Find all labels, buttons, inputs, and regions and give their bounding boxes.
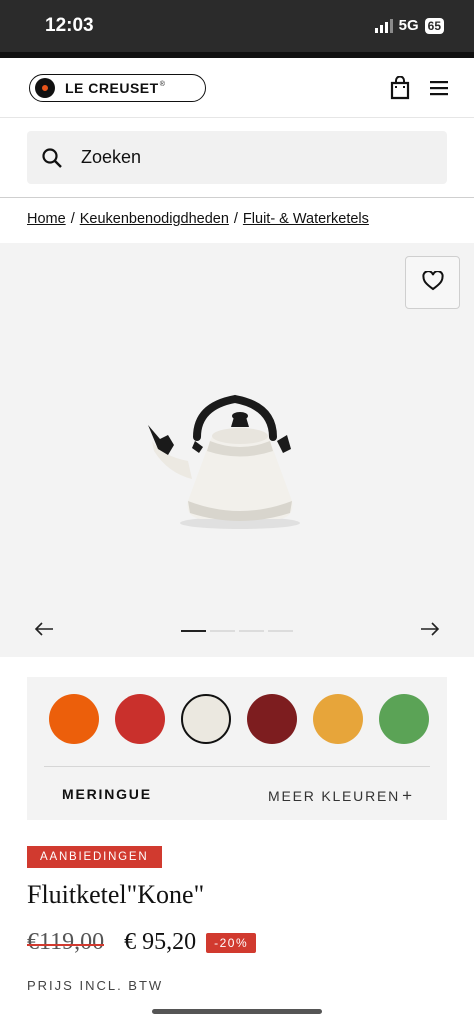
slide-dot[interactable] bbox=[268, 630, 293, 632]
product-gallery[interactable] bbox=[0, 243, 474, 657]
more-colors-label: MEER KLEUREN bbox=[267, 788, 401, 804]
more-colors-button[interactable]: MEER KLEUREN + bbox=[268, 786, 412, 806]
breadcrumb-separator: / bbox=[233, 211, 238, 227]
battery-icon: 65 bbox=[424, 17, 444, 34]
breadcrumb: Home / Keukenbenodigdheden / Fluit- & Wa… bbox=[27, 211, 369, 227]
network-label: 5G bbox=[398, 17, 419, 34]
product-title: Fluitketel"Kone" bbox=[27, 880, 205, 909]
shopping-bag-icon[interactable] bbox=[390, 75, 410, 105]
signal-icon bbox=[374, 18, 393, 33]
status-bar: 12:03 5G 65 bbox=[0, 0, 474, 52]
color-swatch-meringue[interactable] bbox=[181, 694, 231, 744]
color-swatch-garnet[interactable] bbox=[247, 694, 297, 744]
arrow-left-icon[interactable] bbox=[34, 621, 54, 642]
brand-registered-mark: ® bbox=[159, 80, 165, 88]
slide-indicators bbox=[181, 630, 293, 632]
status-time: 12:03 bbox=[45, 15, 94, 36]
discount-badge: -20% bbox=[206, 932, 257, 953]
sale-badge: AANBIEDINGEN bbox=[27, 846, 162, 868]
color-swatch-green[interactable] bbox=[379, 694, 429, 744]
color-selector: MERINGUE MEER KLEUREN + bbox=[27, 677, 447, 820]
search-bar[interactable] bbox=[27, 131, 447, 184]
logo-mark-icon bbox=[35, 78, 55, 98]
menu-icon[interactable] bbox=[430, 80, 448, 101]
divider bbox=[44, 766, 430, 767]
original-price: €119,00 bbox=[27, 929, 105, 955]
color-swatch-cerise[interactable] bbox=[115, 694, 165, 744]
heart-icon bbox=[421, 270, 444, 294]
price-row: €119,00 € 95,20 -20% bbox=[27, 929, 257, 956]
slide-dot[interactable] bbox=[210, 630, 235, 632]
breadcrumb-separator: / bbox=[70, 211, 75, 227]
search-section bbox=[0, 118, 474, 198]
header-actions bbox=[390, 75, 448, 105]
status-indicators: 5G 65 bbox=[374, 17, 444, 34]
site-header: LE CREUSET ® bbox=[0, 58, 474, 118]
arrow-right-icon[interactable] bbox=[420, 621, 440, 642]
brand-logo[interactable]: LE CREUSET ® bbox=[29, 74, 206, 102]
color-swatches bbox=[49, 694, 429, 744]
color-swatch-nectar[interactable] bbox=[313, 694, 363, 744]
price-note: PRIJS INCL. BTW bbox=[27, 978, 164, 993]
color-swatch-volcanic[interactable] bbox=[49, 694, 99, 744]
search-icon bbox=[41, 147, 63, 169]
sale-price: € 95,20 bbox=[124, 929, 197, 955]
wishlist-button[interactable] bbox=[405, 256, 460, 309]
plus-icon: + bbox=[402, 786, 412, 805]
breadcrumb-kitchenware[interactable]: Keukenbenodigdheden bbox=[80, 211, 229, 227]
slide-dot[interactable] bbox=[181, 630, 206, 632]
home-indicator bbox=[152, 1009, 322, 1014]
breadcrumb-home[interactable]: Home bbox=[27, 211, 66, 227]
breadcrumb-kettles[interactable]: Fluit- & Waterketels bbox=[243, 211, 369, 227]
selected-color-name: MERINGUE bbox=[62, 786, 152, 802]
slide-dot[interactable] bbox=[239, 630, 264, 632]
product-image bbox=[148, 394, 300, 529]
brand-name: LE CREUSET bbox=[65, 80, 159, 96]
search-input[interactable] bbox=[81, 147, 381, 168]
